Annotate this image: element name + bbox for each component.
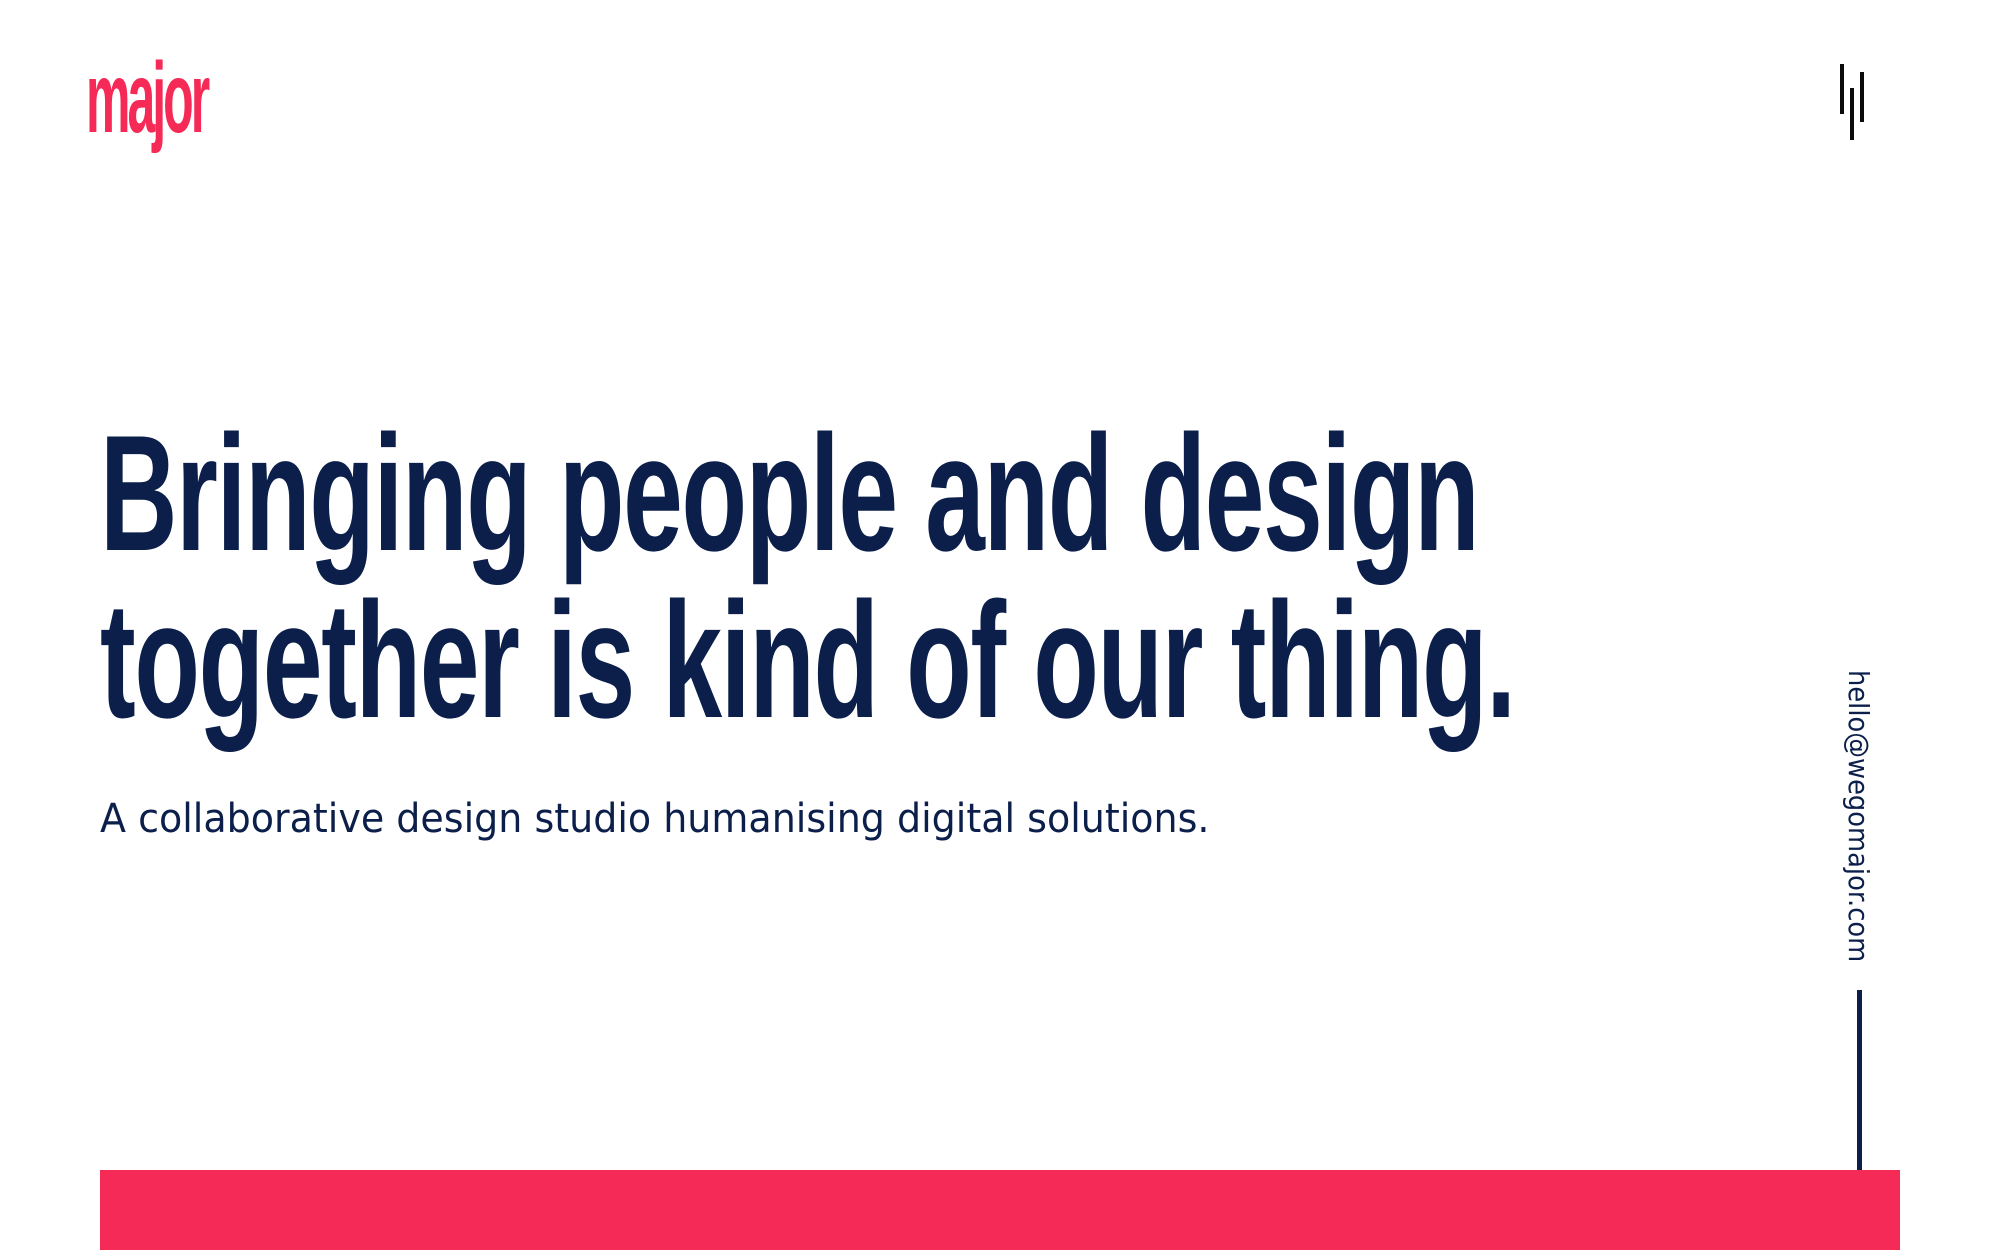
menu-lines-icon bbox=[1840, 64, 1864, 140]
email-link[interactable]: hello@wegomajor.com bbox=[1838, 670, 1878, 963]
menu-button[interactable] bbox=[1838, 60, 1888, 140]
accent-color-block bbox=[100, 1170, 1900, 1250]
hero-subline: A collaborative design studio humanising… bbox=[100, 796, 1210, 842]
brand-logo: major bbox=[86, 42, 210, 154]
hero-headline: Bringing people and design together is k… bbox=[100, 410, 1516, 744]
hero-headline-line-1: Bringing people and design bbox=[100, 401, 1480, 585]
email-text: hello@wegomajor.com bbox=[1842, 670, 1875, 963]
hero-headline-line-2: together is kind of our thing. bbox=[100, 568, 1516, 752]
logo-link[interactable]: major bbox=[86, 48, 328, 148]
